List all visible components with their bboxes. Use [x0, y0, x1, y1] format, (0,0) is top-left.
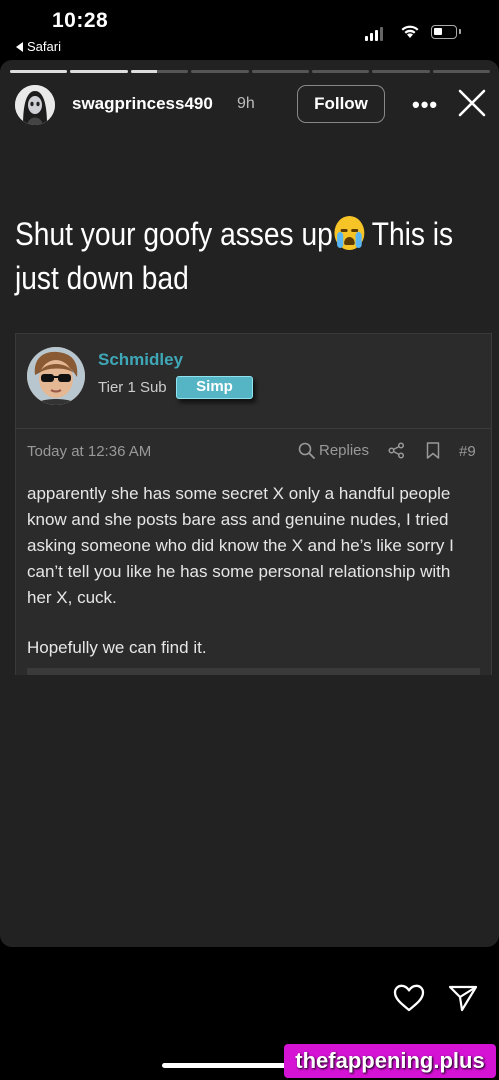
progress-segment	[70, 70, 128, 73]
progress-segment	[251, 70, 309, 73]
status-time: 10:28	[52, 9, 109, 32]
forum-replies-link: Replies	[298, 442, 369, 459]
loudly-crying-face-icon	[334, 216, 365, 250]
back-arrow-icon	[16, 41, 23, 52]
progress-segment	[311, 70, 370, 73]
search-icon	[298, 442, 315, 459]
close-icon[interactable]	[458, 89, 486, 117]
forum-author-avatar	[27, 347, 85, 405]
progress-segment	[10, 70, 68, 73]
more-options-icon[interactable]: •••	[412, 92, 438, 118]
caption-text-start: Shut your goofy asses up	[15, 216, 333, 252]
user-avatar[interactable]	[15, 85, 55, 125]
follow-button[interactable]: Follow	[297, 85, 385, 123]
forum-author-tier: Tier 1 Sub	[98, 379, 167, 396]
cellular-signal-icon	[365, 27, 383, 41]
story-username[interactable]: swagprincess490	[72, 94, 213, 114]
progress-segment	[191, 70, 249, 73]
send-icon[interactable]	[448, 984, 478, 1012]
back-to-safari[interactable]: Safari	[16, 39, 61, 54]
replies-label: Replies	[319, 442, 370, 459]
forum-paragraph: Hopefully we can find it.	[27, 638, 207, 657]
heart-icon[interactable]	[393, 984, 425, 1012]
forum-divider	[15, 428, 492, 429]
bookmark-icon	[426, 442, 440, 459]
avatar-image	[15, 85, 55, 125]
forum-user-badge: Simp	[176, 376, 253, 399]
battery-icon	[431, 25, 461, 39]
back-label: Safari	[27, 39, 61, 54]
progress-segment	[130, 70, 189, 73]
forum-post-body: apparently she has some secret X only a …	[27, 481, 472, 685]
watermark: thefappening.plus	[284, 1044, 496, 1078]
forum-avatar-image	[27, 347, 85, 405]
battery-fill	[434, 28, 442, 35]
wifi-icon	[401, 25, 419, 38]
share-icon	[388, 442, 405, 459]
story-caption: Shut your goofy asses up This is just do…	[15, 212, 481, 300]
forum-author-name[interactable]: Schmidley	[98, 350, 183, 370]
progress-segment	[432, 70, 490, 73]
progress-segment	[372, 70, 430, 73]
story-time-ago: 9h	[237, 95, 255, 112]
forum-post-date: Today at 12:36 AM	[27, 443, 152, 460]
story-progress-bar	[10, 70, 490, 73]
forum-quote-block	[27, 668, 480, 675]
forum-paragraph: apparently she has some secret X only a …	[27, 484, 454, 607]
forum-post-number: #9	[459, 443, 476, 460]
